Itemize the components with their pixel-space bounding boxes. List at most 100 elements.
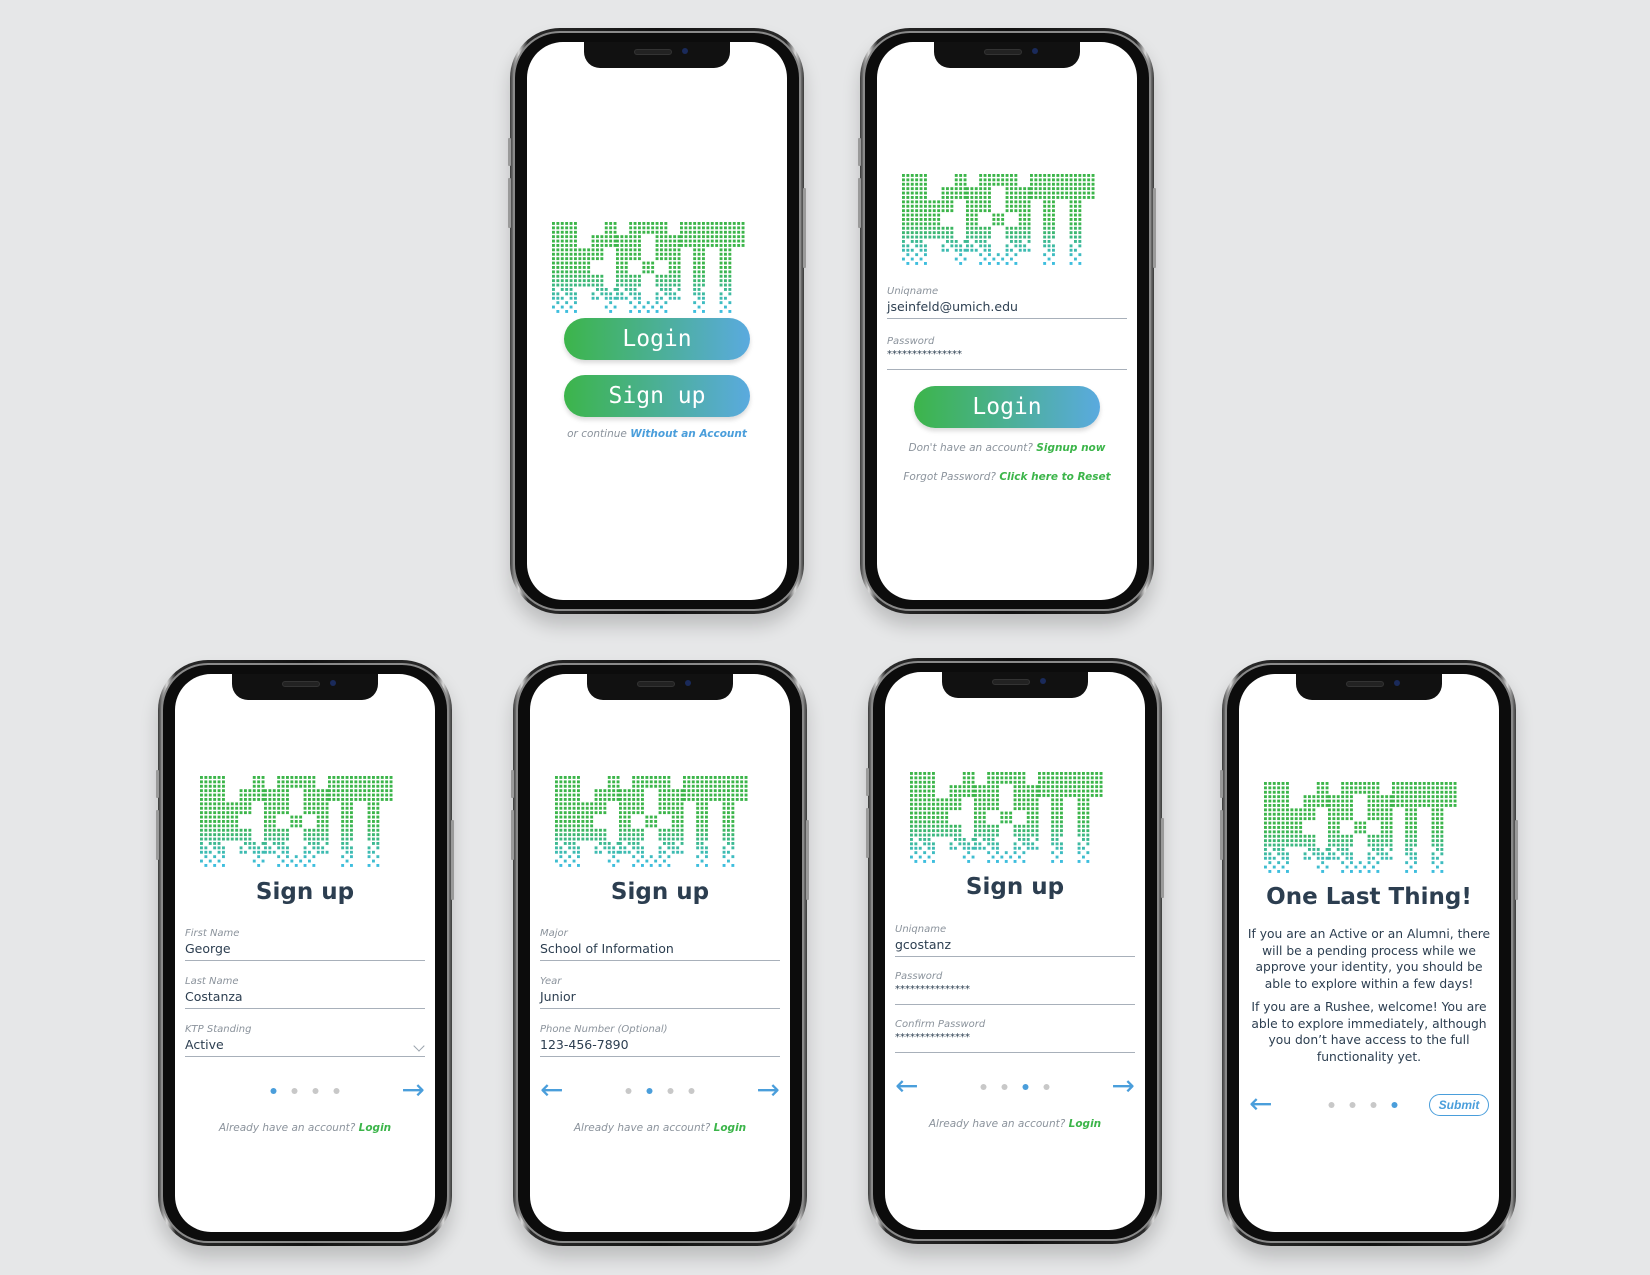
major-field[interactable]: Major School of Information xyxy=(540,928,780,961)
logo-pixel xyxy=(963,257,967,261)
back-arrow-icon[interactable]: ← xyxy=(540,1076,563,1104)
logo-pixel xyxy=(350,776,353,779)
logo-pixel xyxy=(200,846,203,850)
logo-pixel xyxy=(902,209,905,213)
logo-pixel xyxy=(1264,808,1267,812)
logo-pixel xyxy=(286,806,289,810)
login-link[interactable]: Login xyxy=(359,1122,392,1134)
logo-pixel xyxy=(641,798,644,801)
last-name-field[interactable]: Last Name Costanza xyxy=(185,976,425,1009)
signup-now-link[interactable]: Signup now xyxy=(1036,442,1105,454)
phone-number-input[interactable]: 123-456-7890 xyxy=(540,1037,780,1056)
logo-pixel xyxy=(367,833,371,837)
login-button[interactable]: Login xyxy=(914,386,1100,428)
logo-pixel xyxy=(927,833,931,837)
logo-pixel xyxy=(272,842,276,845)
logo-pixel xyxy=(992,222,996,226)
logo-pixel xyxy=(213,815,217,819)
logo-pixel xyxy=(676,820,680,823)
logo-pixel xyxy=(1069,182,1073,186)
logo-pixel xyxy=(257,789,261,793)
logo-pixel xyxy=(696,789,700,793)
year-input[interactable]: Junior xyxy=(540,989,780,1008)
logo-pixel xyxy=(684,239,688,243)
next-arrow-icon[interactable]: → xyxy=(757,1076,780,1104)
logo-pixel xyxy=(217,846,221,850)
logo-pixel xyxy=(599,789,602,793)
logo-pixel xyxy=(667,864,671,867)
uniqname-field[interactable]: Uniqname gcostanz xyxy=(895,924,1135,957)
logo-pixel xyxy=(1005,196,1009,199)
logo-pixel xyxy=(281,846,285,850)
confirm-password-input[interactable]: *************** xyxy=(895,1032,1135,1052)
logo-pixel xyxy=(651,270,655,274)
logo-pixel xyxy=(1436,812,1439,816)
login-link[interactable]: Login xyxy=(714,1122,747,1134)
ktp-standing-select[interactable]: KTP Standing Active xyxy=(185,1024,425,1057)
year-field[interactable]: Year Junior xyxy=(540,976,780,1009)
logo-pixel xyxy=(1341,861,1345,865)
logo-pixel xyxy=(1294,834,1298,838)
logo-pixel xyxy=(341,824,345,828)
logo-pixel xyxy=(954,191,958,195)
logo-pixel xyxy=(1038,178,1042,182)
logo-pixel xyxy=(718,780,722,784)
next-arrow-icon[interactable]: → xyxy=(1112,1072,1135,1100)
logo-pixel xyxy=(577,855,580,859)
logo-pixel xyxy=(620,296,624,300)
logo-pixel xyxy=(376,846,380,850)
next-arrow-icon[interactable]: → xyxy=(402,1076,425,1104)
first-name-field[interactable]: First Name George xyxy=(185,928,425,961)
uniqname-field[interactable]: Uniqname jseinfeld@umich.edu xyxy=(887,286,1127,319)
phone-number-field[interactable]: Phone Number (Optional) 123-456-7890 xyxy=(540,1024,780,1057)
uniqname-input[interactable]: jseinfeld@umich.edu xyxy=(887,299,1127,318)
logo-pixel xyxy=(1299,808,1303,812)
logo-pixel xyxy=(1409,834,1413,838)
logo-pixel xyxy=(910,187,914,191)
uniqname-input[interactable]: gcostanz xyxy=(895,937,1135,956)
logo-pixel xyxy=(915,235,919,239)
logo-pixel xyxy=(987,860,991,863)
login-link[interactable]: Login xyxy=(1069,1118,1102,1130)
password-field[interactable]: Password *************** xyxy=(895,971,1135,1005)
logo-pixel xyxy=(1294,843,1298,847)
ktp-standing-value[interactable]: Active xyxy=(185,1037,425,1056)
logo-pixel xyxy=(902,204,905,208)
major-input[interactable]: School of Information xyxy=(540,941,780,960)
logo-pixel xyxy=(1035,820,1039,824)
last-name-input[interactable]: Costanza xyxy=(185,989,425,1008)
logo-pixel xyxy=(974,789,977,793)
logo-pixel xyxy=(619,842,622,845)
password-input[interactable]: *************** xyxy=(895,984,1135,1004)
reset-password-link[interactable]: Click here to Reset xyxy=(999,471,1110,483)
logo-pixel xyxy=(582,261,586,265)
logo-pixel xyxy=(619,833,622,837)
signup-button[interactable]: Sign up xyxy=(564,375,750,417)
logo-pixel xyxy=(1018,191,1022,195)
password-field[interactable]: Password *************** xyxy=(887,336,1127,370)
logo-pixel xyxy=(731,784,735,788)
logo-pixel xyxy=(705,789,708,793)
back-arrow-icon[interactable]: ← xyxy=(1249,1090,1272,1118)
password-input[interactable]: *************** xyxy=(887,349,1127,369)
logo-pixel xyxy=(1409,804,1413,807)
logo-pixel xyxy=(700,776,704,779)
continue-without-account-link[interactable]: Without an Account xyxy=(630,428,747,440)
logo-pixel xyxy=(982,833,986,837)
logo-pixel xyxy=(286,850,289,854)
login-button[interactable]: Login xyxy=(564,318,750,360)
logo-pixel xyxy=(1385,856,1389,860)
back-arrow-icon[interactable]: ← xyxy=(895,1072,918,1100)
logo-pixel xyxy=(906,191,910,195)
logo-pixel xyxy=(244,793,247,797)
first-name-input[interactable]: George xyxy=(185,941,425,960)
logo-pixel xyxy=(919,178,923,182)
logo-pixel xyxy=(700,828,704,832)
logo-pixel xyxy=(950,204,954,208)
confirm-password-field[interactable]: Confirm Password *************** xyxy=(895,1019,1135,1053)
submit-button[interactable]: Submit xyxy=(1429,1094,1489,1116)
logo-pixel xyxy=(629,279,633,283)
logo-pixel xyxy=(918,816,922,819)
logo-pixel xyxy=(1272,839,1276,843)
logo-pixel xyxy=(591,283,595,287)
